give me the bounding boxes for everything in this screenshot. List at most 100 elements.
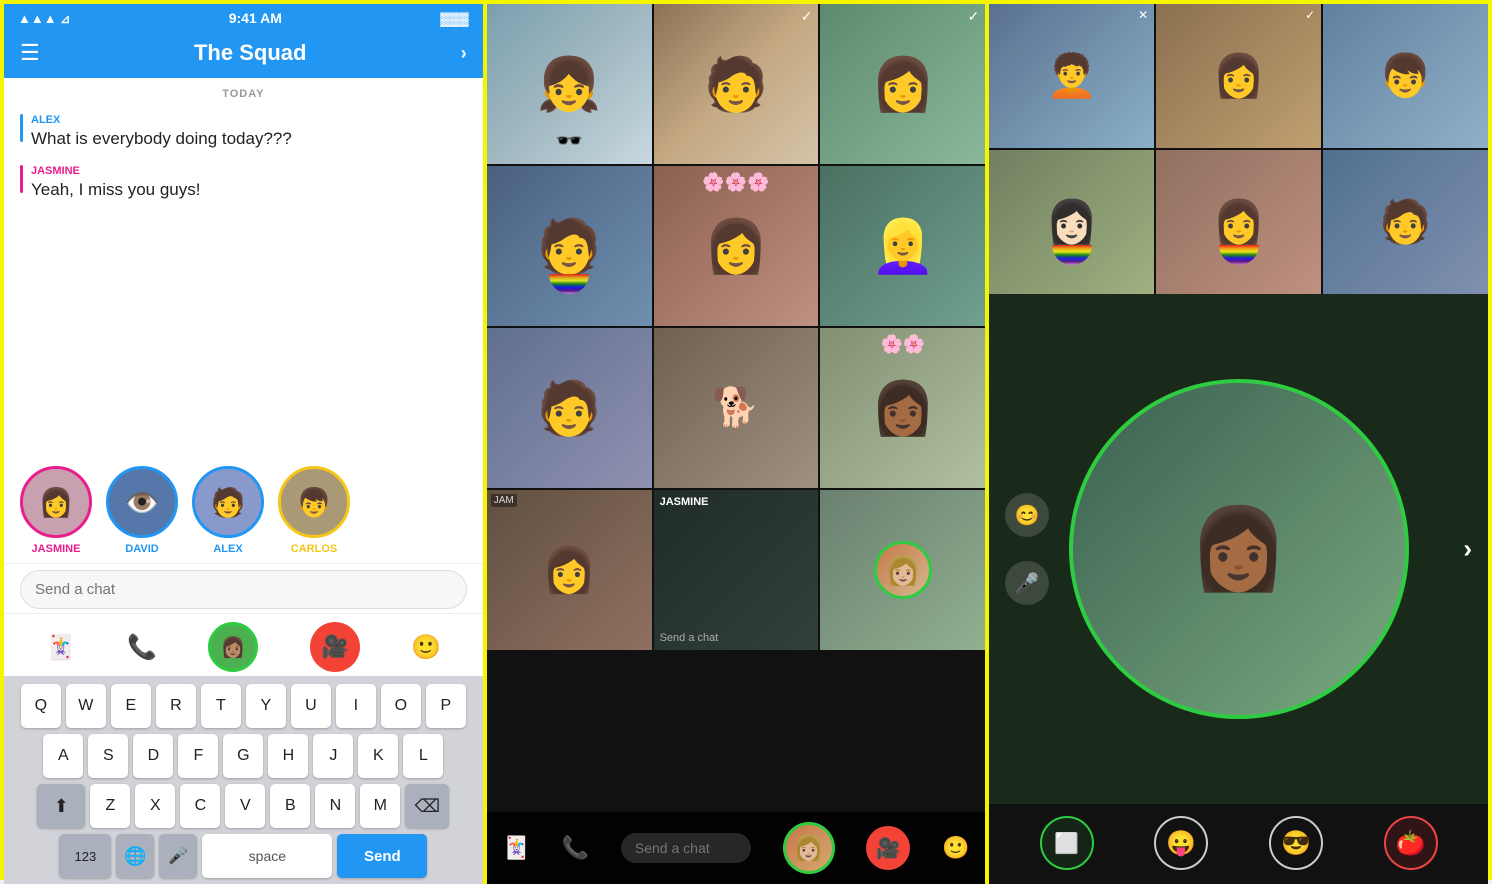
checkmark-icon: ✓ bbox=[968, 8, 980, 25]
member-alex[interactable]: 🧑 ALEX bbox=[192, 466, 264, 555]
keyboard: Q W E R T Y U I O P A S D F G H J K L ⬆ … bbox=[4, 676, 483, 884]
video-cell-12[interactable]: 👩🏼 bbox=[820, 490, 985, 650]
key-n[interactable]: N bbox=[315, 784, 355, 828]
call-cell-2[interactable]: 👩 ✓ bbox=[1156, 4, 1321, 148]
key-w[interactable]: W bbox=[66, 684, 106, 728]
key-q[interactable]: Q bbox=[21, 684, 61, 728]
mic-keyboard-key[interactable]: 🎤 bbox=[159, 834, 197, 878]
key-d[interactable]: D bbox=[133, 734, 173, 778]
key-z[interactable]: Z bbox=[90, 784, 130, 828]
space-key[interactable]: space bbox=[202, 834, 332, 878]
face-effect-btn[interactable]: 😛 bbox=[1154, 816, 1208, 870]
key-p[interactable]: P bbox=[426, 684, 466, 728]
phone-icon[interactable]: 📞 bbox=[127, 633, 157, 662]
member-name-alex: ALEX bbox=[213, 543, 242, 555]
active-user-avatar[interactable]: 👩🏽 bbox=[208, 622, 258, 672]
video-cell-7[interactable]: 🧑 bbox=[487, 328, 652, 488]
video-cell-1[interactable]: 👧 🕶️ bbox=[487, 4, 652, 164]
key-f[interactable]: F bbox=[178, 734, 218, 778]
video-icon: 🎥 bbox=[321, 634, 348, 660]
wifi-icon: ⊿ bbox=[60, 12, 70, 26]
delete-key[interactable]: ⌫ bbox=[405, 784, 449, 828]
time-label: JAM bbox=[491, 494, 517, 507]
keyboard-bottom-row: 123 🌐 🎤 space Send bbox=[8, 834, 479, 878]
member-carlos[interactable]: 👦 CARLOS bbox=[278, 466, 350, 555]
key-v[interactable]: V bbox=[225, 784, 265, 828]
glasses-effect-btn[interactable]: 😎 bbox=[1269, 816, 1323, 870]
key-r[interactable]: R bbox=[156, 684, 196, 728]
sticker-icon[interactable]: 🃏 bbox=[46, 633, 76, 662]
video-record-btn[interactable]: 🎥 bbox=[866, 826, 910, 870]
video-emoji-btn[interactable]: 🙂 bbox=[942, 835, 969, 861]
send-chat-input[interactable] bbox=[20, 570, 467, 609]
key-c[interactable]: C bbox=[180, 784, 220, 828]
key-o[interactable]: O bbox=[381, 684, 421, 728]
call-cell-4[interactable]: 👩🏻 bbox=[989, 150, 1154, 294]
status-bar: ▲▲▲ ⊿ 9:41 AM ▓▓▓ bbox=[4, 4, 483, 30]
video-cell-2[interactable]: 🧑 ✓ bbox=[654, 4, 819, 164]
jasmine-label: JASMINE bbox=[660, 496, 813, 508]
key-t[interactable]: T bbox=[201, 684, 241, 728]
date-label: TODAY bbox=[4, 78, 483, 106]
key-h[interactable]: H bbox=[268, 734, 308, 778]
video-cell-9[interactable]: 👩🏾 🌸🌸 bbox=[820, 328, 985, 488]
member-jasmine[interactable]: 👩 JASMINE bbox=[20, 466, 92, 555]
signal-icons: ▲▲▲ ⊿ bbox=[18, 11, 70, 26]
face-btn-icon: 😛 bbox=[1166, 829, 1196, 858]
record-button[interactable]: 🎥 bbox=[310, 622, 360, 672]
message-text-alex: What is everybody doing today??? bbox=[31, 128, 292, 151]
face-filter-icon[interactable]: 😊 bbox=[1005, 493, 1049, 537]
key-s[interactable]: S bbox=[88, 734, 128, 778]
video-cell-10[interactable]: 👩 JAM bbox=[487, 490, 652, 650]
video-send-input[interactable] bbox=[621, 833, 751, 863]
key-x[interactable]: X bbox=[135, 784, 175, 828]
key-e[interactable]: E bbox=[111, 684, 151, 728]
camera-mode-btn[interactable]: ⬜ bbox=[1040, 816, 1094, 870]
video-cell-3[interactable]: 👩 ✓ bbox=[820, 4, 985, 164]
call-x-icon: ✕ bbox=[1138, 8, 1148, 22]
key-y[interactable]: Y bbox=[246, 684, 286, 728]
send-chat-label: Send a chat bbox=[660, 632, 719, 644]
sticker-btn[interactable]: 🃏 bbox=[503, 835, 530, 861]
header-chevron-icon[interactable]: › bbox=[461, 43, 467, 64]
emoji-icon[interactable]: 🙂 bbox=[411, 633, 441, 662]
video-user-avatar[interactable]: 👩🏼 bbox=[783, 822, 835, 874]
call-main-view: 😊 🎤 👩🏾 › bbox=[989, 294, 1488, 804]
mic-toggle-icon[interactable]: 🎤 bbox=[1005, 561, 1049, 605]
phone-btn[interactable]: 📞 bbox=[562, 835, 589, 861]
key-l[interactable]: L bbox=[403, 734, 443, 778]
menu-icon[interactable]: ☰ bbox=[20, 40, 40, 66]
call-bottom-bar: ⬜ 😛 😎 🍅 bbox=[989, 804, 1488, 884]
video-cell-6[interactable]: 👱‍♀️ bbox=[820, 166, 985, 326]
video-cell-5[interactable]: 👩 🌸🌸🌸 bbox=[654, 166, 819, 326]
call-cell-6[interactable]: 🧑 bbox=[1323, 150, 1488, 294]
key-i[interactable]: I bbox=[336, 684, 376, 728]
group-members: 👩 JASMINE 👁️ DAVID 🧑 ALEX 👦 CARLOS bbox=[4, 456, 483, 563]
call-check-icon: ✓ bbox=[1305, 8, 1315, 22]
call-cell-1[interactable]: 🧑‍🦱 ✕ bbox=[989, 4, 1154, 148]
send-key[interactable]: Send bbox=[337, 834, 427, 878]
key-a[interactable]: A bbox=[43, 734, 83, 778]
tomato-effect-btn[interactable]: 🍅 bbox=[1384, 816, 1438, 870]
key-k[interactable]: K bbox=[358, 734, 398, 778]
key-g[interactable]: G bbox=[223, 734, 263, 778]
video-cell-8[interactable]: 🐕 bbox=[654, 328, 819, 488]
video-cell-4[interactable]: 🧑 bbox=[487, 166, 652, 326]
message-item: JASMINE Yeah, I miss you guys! bbox=[20, 165, 467, 202]
message-item: ALEX What is everybody doing today??? bbox=[20, 114, 467, 151]
shift-key[interactable]: ⬆ bbox=[37, 784, 85, 828]
video-cell-11[interactable]: JASMINE Send a chat bbox=[654, 490, 819, 650]
key-b[interactable]: B bbox=[270, 784, 310, 828]
call-cell-3[interactable]: 👦 bbox=[1323, 4, 1488, 148]
key-m[interactable]: M bbox=[360, 784, 400, 828]
key-j[interactable]: J bbox=[313, 734, 353, 778]
member-david[interactable]: 👁️ DAVID bbox=[106, 466, 178, 555]
chat-title: The Squad bbox=[194, 40, 306, 66]
call-cell-5[interactable]: 👩 bbox=[1156, 150, 1321, 294]
call-chevron-icon[interactable]: › bbox=[1463, 534, 1472, 565]
message-area: ALEX What is everybody doing today??? JA… bbox=[4, 106, 483, 456]
numbers-key[interactable]: 123 bbox=[59, 834, 111, 878]
emoji-keyboard-key[interactable]: 🌐 bbox=[116, 834, 154, 878]
camera-btn-icon: ⬜ bbox=[1054, 831, 1079, 856]
key-u[interactable]: U bbox=[291, 684, 331, 728]
